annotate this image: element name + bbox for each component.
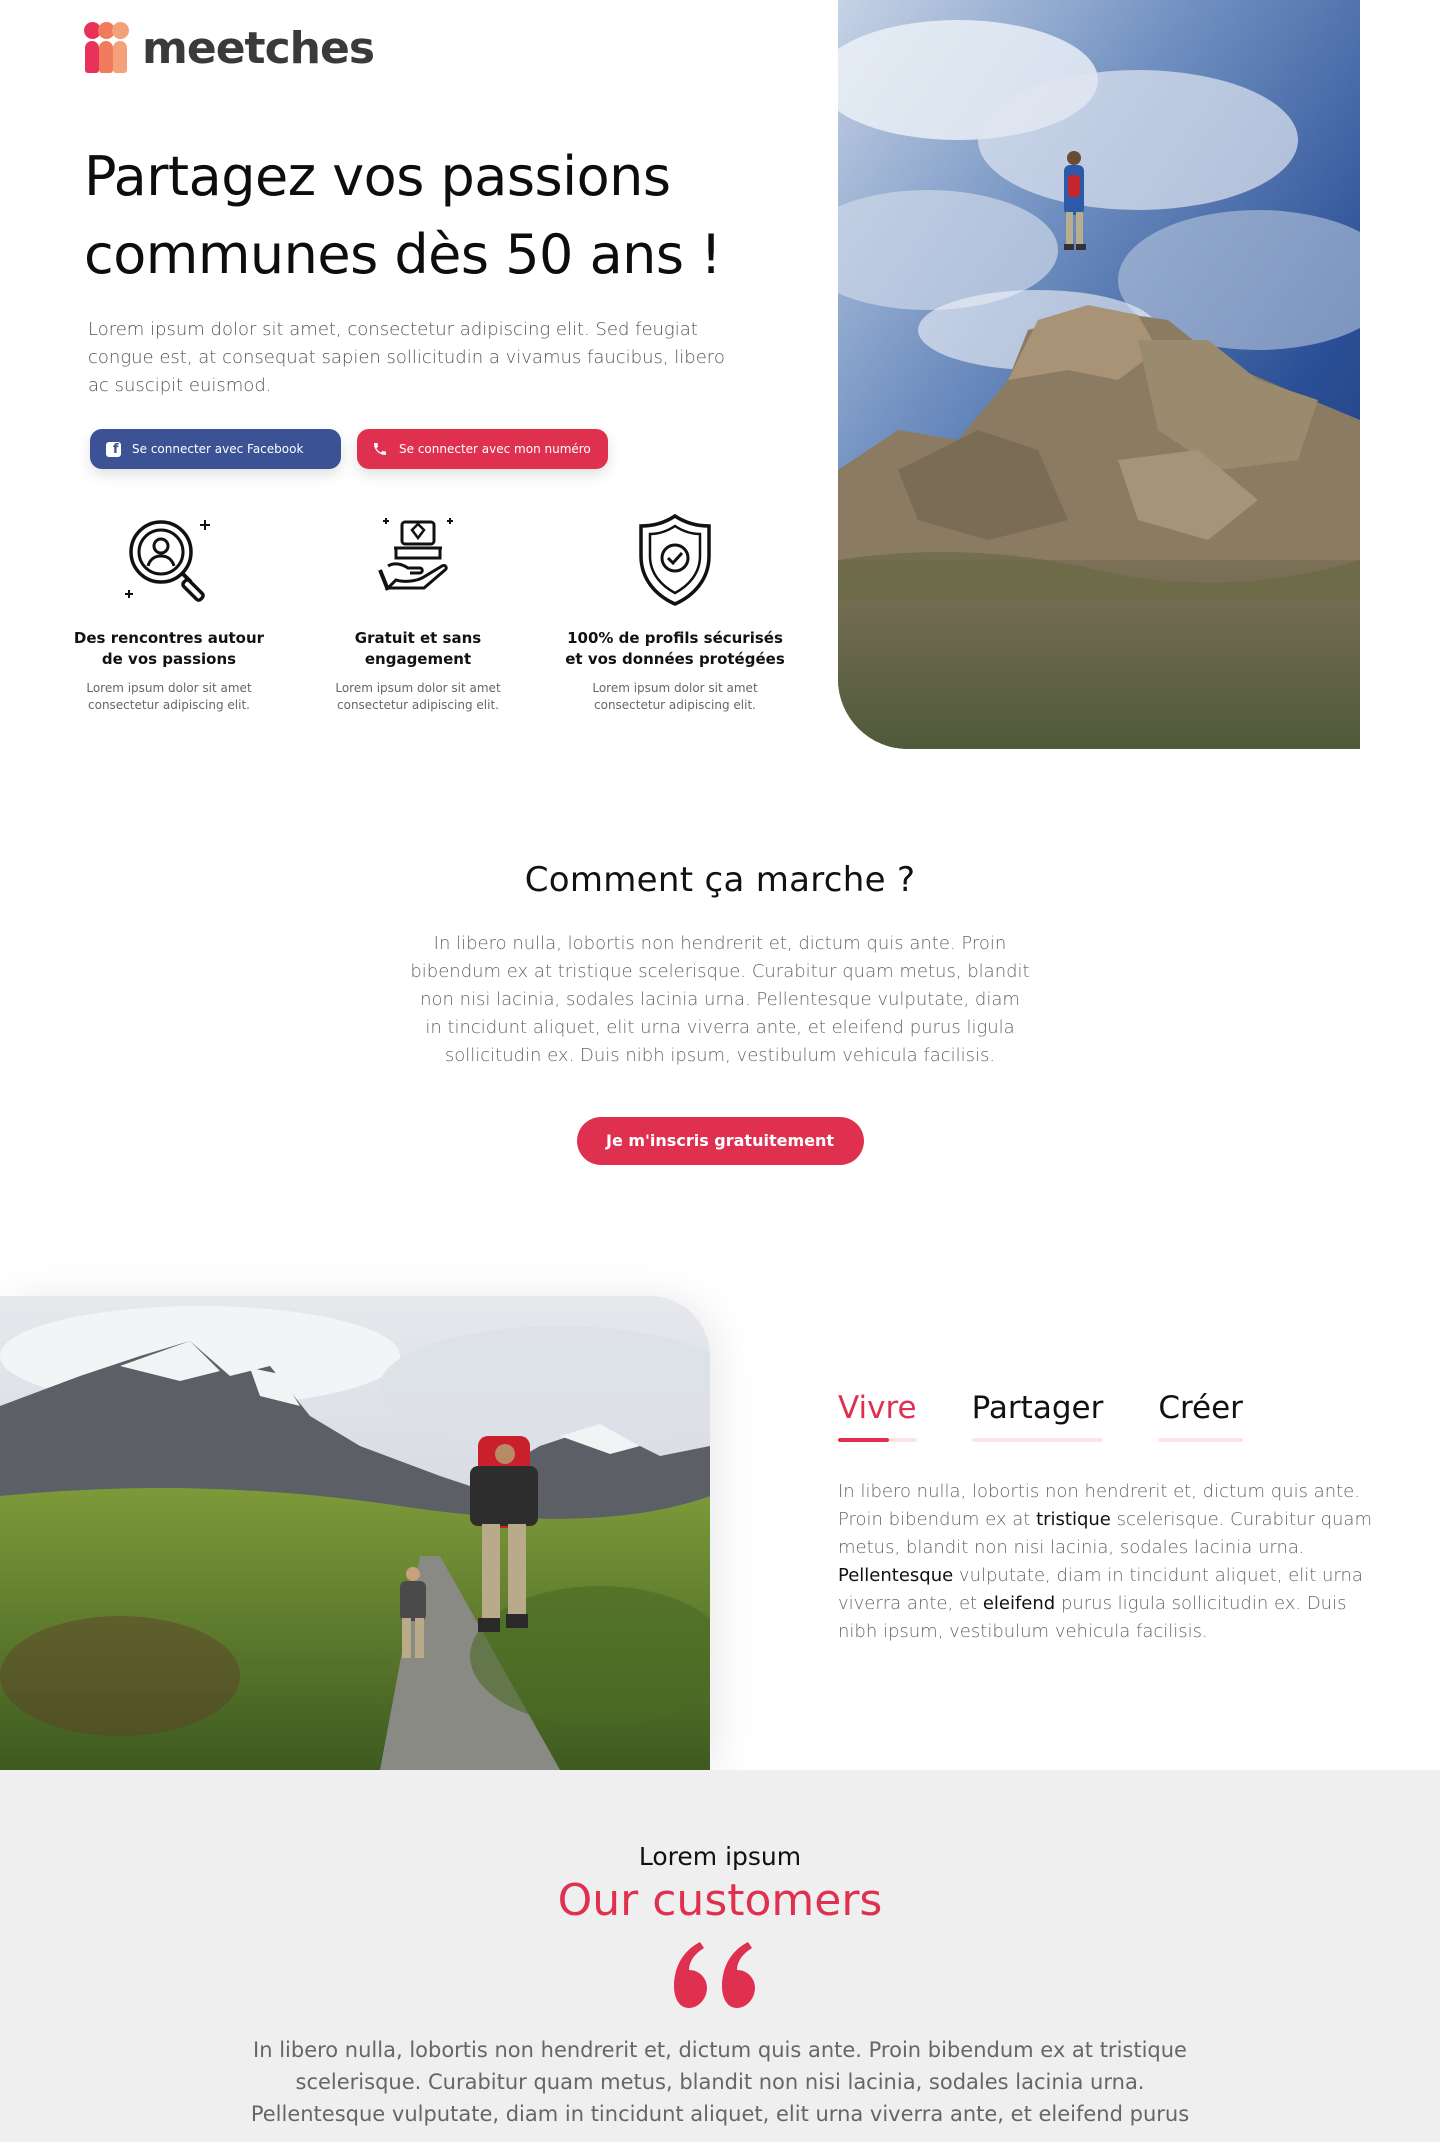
feature-free: Gratuit et sans engagement Lorem ipsum do…	[298, 510, 538, 714]
tab-underline	[971, 1438, 1104, 1442]
logo[interactable]: meetches	[84, 20, 375, 76]
hero-photo-hiker	[838, 0, 1360, 749]
tab-vivre[interactable]: Vivre	[838, 1390, 917, 1442]
feature-title: Gratuit et sans engagement	[354, 629, 482, 668]
hero-text: Lorem ipsum dolor sit amet, consectetur …	[88, 319, 725, 396]
feature-desc: Lorem ipsum dolor sit amet consectetur ad…	[592, 681, 758, 712]
tab-label: Partager	[971, 1390, 1104, 1426]
feature-title: Des rencontres autour de vos passions	[73, 629, 265, 668]
feature-security: 100% de profils sécurisés et vos données …	[555, 510, 795, 714]
phone-icon	[371, 440, 389, 458]
quote-icon	[674, 1942, 755, 2008]
logo-icon	[84, 20, 142, 76]
shield-check-icon	[639, 513, 711, 606]
logo-text: meetches	[142, 22, 375, 74]
phone-login-button[interactable]: Se connecter avec mon numéro	[357, 429, 608, 469]
tabs: Vivre Partager Créer	[838, 1390, 1298, 1442]
feature-desc: Lorem ipsum dolor sit amet consectetur ad…	[86, 681, 252, 712]
customers-section: Lorem ipsum Our customers In libero null…	[0, 1770, 1440, 2142]
tab-label: Vivre	[838, 1390, 917, 1426]
search-person-icon	[125, 520, 210, 602]
feature-desc: Lorem ipsum dolor sit amet consectetur ad…	[335, 681, 501, 712]
tab-underline	[838, 1438, 917, 1442]
tab-content-text: In libero nulla, lobortis non hendrerit …	[838, 1481, 1372, 1642]
customers-kicker: Lorem ipsum	[638, 1842, 802, 1871]
customers-title: Our customers	[557, 1875, 883, 1926]
tab-underline	[1158, 1438, 1243, 1442]
gift-hand-icon	[378, 518, 453, 591]
hero-title: Partagez vos passions communes dès 50 an…	[84, 145, 722, 286]
facebook-login-label: Se connecter avec Facebook	[132, 442, 304, 456]
how-it-works-section: Comment ça marche ? In libero nulla, lob…	[0, 860, 1440, 1165]
facebook-icon: f	[104, 440, 122, 458]
feature-title: 100% de profils sécurisés et vos données …	[565, 629, 785, 668]
how-title: Comment ça marche ?	[524, 860, 916, 900]
phone-login-label: Se connecter avec mon numéro	[399, 442, 591, 456]
signup-button[interactable]: Je m'inscris gratuitement	[576, 1117, 864, 1165]
feature-passions: Des rencontres autour de vos passions Lor…	[49, 510, 289, 714]
customer-quote-text: In libero nulla, lobortis non hendrerit …	[250, 2038, 1190, 2126]
facebook-login-button[interactable]: f Se connecter avec Facebook	[90, 429, 341, 469]
how-text: In libero nulla, lobortis non hendrerit …	[410, 933, 1030, 1066]
hiking-photo	[0, 1296, 710, 1770]
tab-partager[interactable]: Partager	[971, 1390, 1104, 1442]
tab-creer[interactable]: Créer	[1158, 1390, 1243, 1442]
tab-label: Créer	[1158, 1390, 1243, 1426]
hero-section: meetches Partagez vos passions communes …	[0, 0, 1440, 749]
